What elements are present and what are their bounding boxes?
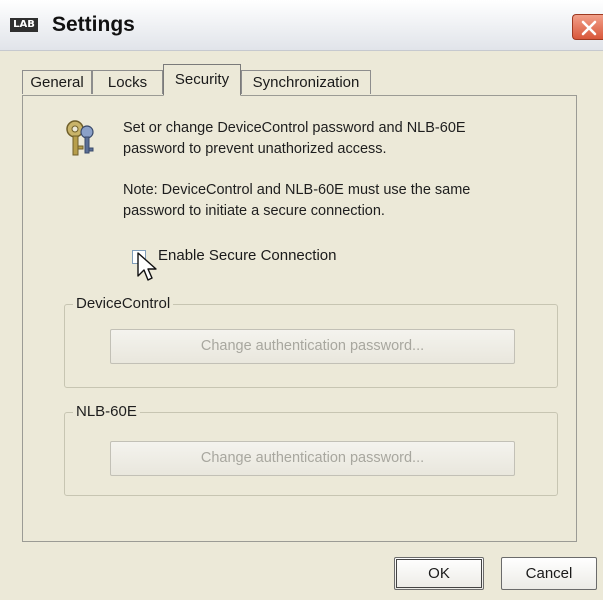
settings-dialog: LAB Settings General Locks Security Sync… [0,0,603,600]
title-bar[interactable]: LAB Settings [0,0,603,51]
tab-strip: General Locks Security Synchronization [0,60,603,96]
devicecontrol-change-password-button[interactable]: Change authentication password... [110,329,515,364]
nlb60e-change-password-button[interactable]: Change authentication password... [110,441,515,476]
devicecontrol-group: DeviceControl Change authentication pass… [64,293,558,388]
nlb60e-group-label: NLB-60E [73,401,140,423]
tab-security[interactable]: Security [163,64,241,96]
tab-locks[interactable]: Locks [92,70,163,94]
close-icon [581,20,597,36]
tab-synchronization[interactable]: Synchronization [241,70,371,94]
app-logo: LAB [10,18,38,32]
nlb60e-group: NLB-60E Change authentication password..… [64,401,558,496]
close-button[interactable] [572,14,603,40]
cancel-button[interactable]: Cancel [501,557,597,590]
security-note: Note: DeviceControl and NLB-60E must use… [123,182,471,219]
window-title: Settings [52,13,135,36]
ok-button[interactable]: OK [394,557,484,590]
tab-general[interactable]: General [22,70,92,94]
enable-secure-connection-label[interactable]: Enable Secure Connection [158,244,336,268]
keys-icon [66,120,94,156]
security-description: Set or change DeviceControl password and… [123,120,466,157]
devicecontrol-group-label: DeviceControl [73,293,174,315]
mouse-cursor-icon [137,252,157,281]
